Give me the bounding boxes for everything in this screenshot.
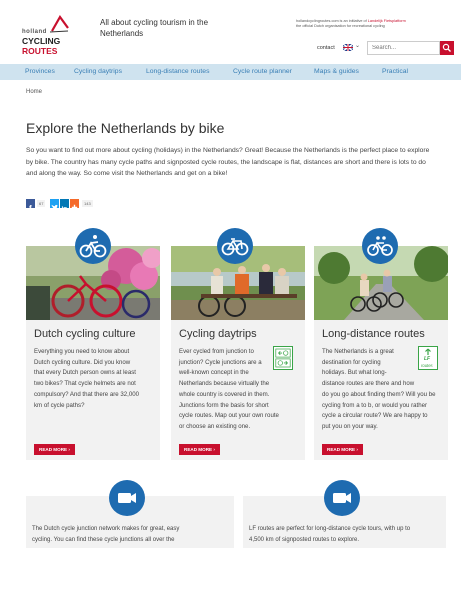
video-teaser-text: LF routes are perfect for long-distance … bbox=[249, 524, 445, 546]
site-tagline: All about cycling tourism in the Netherl… bbox=[100, 18, 209, 38]
bicycle-rider-icon bbox=[79, 235, 107, 258]
video-play-button[interactable] bbox=[109, 480, 145, 516]
video-text-line: The Dutch cycle junction network makes f… bbox=[32, 526, 180, 532]
card-text-line: cycle routes. Map out your own route bbox=[179, 412, 279, 420]
nav-item-practical[interactable]: Practical bbox=[382, 68, 408, 75]
intro-paragraph: So you want to find out more about cycli… bbox=[26, 147, 430, 177]
video-text-line: 4,500 km of signposted routes to explore… bbox=[249, 537, 360, 543]
card-text-line: or choose an existing one. bbox=[179, 422, 251, 430]
site-logo[interactable]: holland CYCLING ROUTES bbox=[20, 15, 90, 56]
card-text-line: distance routes are there and how bbox=[322, 380, 415, 388]
linkedin-share-button[interactable]: in bbox=[60, 199, 69, 213]
read-more-label: READ MORE bbox=[39, 447, 68, 452]
bicycle-icon bbox=[221, 238, 249, 256]
total-share-count: 143 bbox=[82, 200, 93, 207]
uk-flag-icon[interactable] bbox=[343, 44, 353, 51]
facebook-share-button[interactable]: f bbox=[26, 199, 35, 213]
nav-item-route-planner[interactable]: Cycle route planner bbox=[233, 68, 292, 75]
card-text-line: Junctions form the basis for short bbox=[179, 401, 269, 409]
card-text-line: junction? Cycle junctions are a bbox=[179, 358, 262, 366]
chevron-right-icon: › bbox=[213, 447, 215, 452]
initiative-desc: the official Dutch organisation for recr… bbox=[296, 24, 385, 28]
card-description: Ever cycled from junction to junction? C… bbox=[179, 347, 279, 433]
card-long-distance-routes[interactable]: Long-distance routes The Netherlands is … bbox=[314, 246, 448, 460]
initiative-brand-link[interactable]: Landelijk Fietsplatform bbox=[368, 19, 406, 23]
card-dutch-cycling-culture[interactable]: Dutch cycling culture Everything you nee… bbox=[26, 246, 160, 460]
card-text-line: cycle a circular route? We are happy to bbox=[322, 412, 428, 420]
chevron-down-icon[interactable]: ⌄ bbox=[355, 42, 360, 49]
nav-item-maps-guides[interactable]: Maps & guides bbox=[314, 68, 359, 75]
card-text-line: whole country is covered in them. bbox=[179, 390, 270, 398]
logo-cycling-text: CYCLING bbox=[22, 36, 61, 46]
tandem-cyclists-icon bbox=[367, 236, 393, 256]
arrow-up-icon bbox=[425, 348, 431, 355]
card-text-line: that every Dutch person owns at least bbox=[34, 369, 136, 377]
junction-sign-icon bbox=[273, 346, 293, 370]
card-text-line: Netherlands because virtually the bbox=[179, 380, 270, 388]
video-camera-icon bbox=[333, 493, 351, 503]
initiative-note: hollandcyclingroutes.com is an initiativ… bbox=[296, 19, 454, 29]
search-icon bbox=[442, 43, 451, 52]
svg-text:in: in bbox=[62, 206, 68, 213]
card-text-line: Dutch cycling culture. Did you know bbox=[34, 358, 131, 366]
card-text-line: holidays. But what long- bbox=[322, 369, 387, 377]
card-title: Dutch cycling culture bbox=[34, 328, 136, 340]
twitter-icon bbox=[51, 204, 58, 210]
card-text-line: compulsory? And that there are 32,000 bbox=[34, 390, 140, 398]
read-more-label: READ MORE bbox=[327, 447, 356, 452]
card-text-line: Ever cycled from junction to bbox=[179, 348, 254, 355]
search-button[interactable] bbox=[440, 41, 454, 55]
video-text-line: cycling. You can find these cycle juncti… bbox=[32, 537, 175, 543]
read-more-button[interactable]: READ MORE › bbox=[322, 444, 363, 455]
site-header: holland CYCLING ROUTES All about cycling… bbox=[0, 0, 461, 64]
page-title: Explore the Netherlands by bike bbox=[26, 120, 225, 136]
read-more-label: READ MORE bbox=[184, 447, 213, 452]
lf-label: LF bbox=[424, 356, 431, 362]
video-camera-icon bbox=[118, 493, 136, 503]
read-more-button[interactable]: READ MORE › bbox=[34, 444, 75, 455]
addthis-share-button[interactable] bbox=[70, 199, 79, 211]
logo-routes-text: ROUTES bbox=[22, 46, 58, 56]
facebook-icon: f bbox=[29, 204, 32, 213]
routes-label: routes bbox=[421, 363, 433, 368]
search-input[interactable] bbox=[367, 41, 440, 55]
contact-link[interactable]: contact bbox=[317, 45, 335, 51]
initiative-site: hollandcyclingroutes.com is an initiativ… bbox=[296, 19, 367, 23]
logo-holland-text: holland bbox=[22, 29, 47, 35]
card-text-line: Everything you need to know about bbox=[34, 348, 130, 355]
plus-icon bbox=[71, 204, 78, 211]
read-more-button[interactable]: READ MORE › bbox=[179, 444, 220, 455]
card-title: Long-distance routes bbox=[322, 328, 425, 340]
daytrips-circle-badge bbox=[217, 228, 253, 264]
nav-item-long-distance-routes[interactable]: Long-distance routes bbox=[146, 68, 209, 75]
card-text-line: two bikes? That cycle helmets are not bbox=[34, 380, 136, 388]
nav-item-provinces[interactable]: Provinces bbox=[25, 68, 55, 75]
card-text-line: km of cycle paths? bbox=[34, 401, 85, 409]
chevron-right-icon: › bbox=[356, 447, 358, 452]
facebook-share-count: 67 bbox=[37, 200, 46, 207]
main-nav: Provinces Cycling daytrips Long-distance… bbox=[0, 64, 461, 80]
card-description: Everything you need to know about Dutch … bbox=[34, 347, 139, 411]
card-cycling-daytrips[interactable]: Cycling daytrips Ever cycled from juncti… bbox=[171, 246, 305, 460]
linkedin-icon: in bbox=[62, 206, 68, 213]
lf-routes-sign: LF routes bbox=[418, 346, 438, 370]
chevron-right-icon: › bbox=[68, 447, 70, 452]
logo-cyclist-icon bbox=[49, 15, 69, 33]
card-title: Cycling daytrips bbox=[179, 328, 257, 340]
video-teaser-text: The Dutch cycle junction network makes f… bbox=[32, 524, 232, 546]
card-text-line: cycling from a to b, or would you rather bbox=[322, 401, 427, 409]
video-play-button[interactable] bbox=[324, 480, 360, 516]
video-text-line: LF routes are perfect for long-distance … bbox=[249, 526, 411, 532]
card-text-line: put you on your way. bbox=[322, 422, 378, 430]
logo-wordmark: CYCLING ROUTES bbox=[22, 36, 90, 56]
cycling-culture-circle-badge bbox=[75, 228, 111, 264]
nav-item-cycling-daytrips[interactable]: Cycling daytrips bbox=[74, 68, 122, 75]
long-distance-circle-badge bbox=[362, 228, 398, 264]
card-text-line: do you go about finding them? Will you b… bbox=[322, 390, 436, 398]
card-text-line: well-known concept in the bbox=[179, 369, 249, 377]
breadcrumb[interactable]: Home bbox=[26, 89, 42, 95]
twitter-share-button[interactable] bbox=[50, 199, 59, 210]
svg-text:f: f bbox=[29, 204, 32, 212]
